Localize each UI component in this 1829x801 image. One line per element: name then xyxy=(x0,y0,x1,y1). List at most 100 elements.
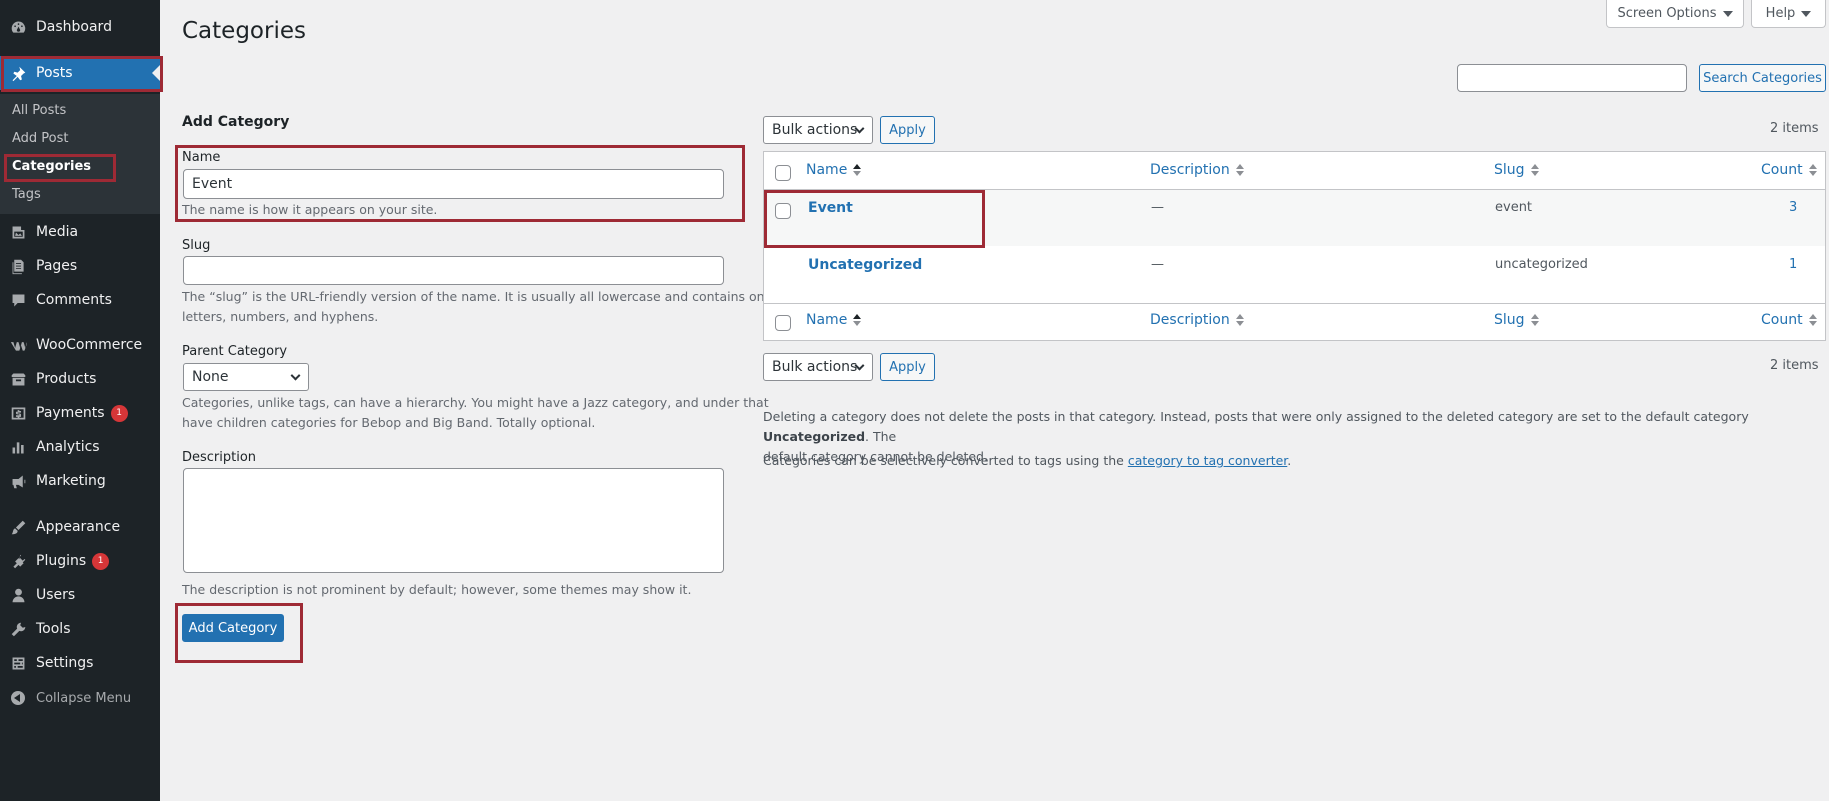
pages-icon xyxy=(0,258,36,275)
menu-item-dashboard[interactable]: Dashboard xyxy=(0,10,160,44)
plugins-icon xyxy=(0,553,36,570)
menu-item-plugins[interactable]: Plugins 1 xyxy=(0,544,160,578)
column-footer-name[interactable]: Name xyxy=(806,312,862,328)
slug-help: The “slug” is the URL-friendly version o… xyxy=(182,287,782,327)
submenu-tags[interactable]: Tags xyxy=(12,187,41,202)
slug-help-line: The “slug” is the URL-friendly version o… xyxy=(182,289,776,304)
collapse-icon xyxy=(0,691,36,705)
menu-item-comments[interactable]: Comments xyxy=(0,283,160,317)
category-count-link[interactable]: 1 xyxy=(1789,257,1797,272)
sort-icon xyxy=(1530,164,1539,176)
admin-sidebar: Dashboard Posts All Posts Add Post Categ… xyxy=(0,0,160,801)
add-category-heading: Add Category xyxy=(182,114,290,130)
category-count-link[interactable]: 3 xyxy=(1789,200,1797,215)
products-icon xyxy=(0,371,36,388)
category-name-link[interactable]: Uncategorized xyxy=(808,257,922,273)
apply-button-bottom[interactable]: Apply xyxy=(880,353,935,381)
collapse-menu-button[interactable]: Collapse Menu xyxy=(0,681,160,715)
parent-category-value: None xyxy=(192,369,229,385)
woocommerce-icon xyxy=(0,337,36,354)
column-label: Name xyxy=(806,312,848,328)
bulk-actions-value: Bulk actions xyxy=(772,122,858,138)
converter-note-text: . xyxy=(1287,453,1292,468)
description-label: Description xyxy=(182,450,257,465)
column-label: Count xyxy=(1761,162,1803,178)
menu-item-settings[interactable]: Settings xyxy=(0,646,160,680)
category-name-link[interactable]: Event xyxy=(808,200,853,216)
parent-help: Categories, unlike tags, can have a hier… xyxy=(182,393,782,433)
menu-label: Settings xyxy=(36,655,94,671)
categories-table: Name Description Slug Count Event — even… xyxy=(763,151,1826,341)
menu-label: Dashboard xyxy=(36,19,112,35)
menu-item-posts[interactable]: Posts xyxy=(0,56,160,90)
bulk-actions-select-bottom[interactable]: Bulk actions xyxy=(763,353,873,381)
menu-item-pages[interactable]: Pages xyxy=(0,249,160,283)
column-header-count[interactable]: Count xyxy=(1761,162,1817,178)
table-row: Uncategorized — uncategorized 1 xyxy=(764,247,1825,303)
menu-label: Payments xyxy=(36,405,105,421)
column-footer-count[interactable]: Count xyxy=(1761,312,1817,328)
name-input[interactable] xyxy=(183,169,724,199)
help-button[interactable]: Help xyxy=(1751,0,1826,28)
chevron-down-icon xyxy=(290,370,301,381)
menu-item-marketing[interactable]: Marketing xyxy=(0,464,160,498)
menu-label: Users xyxy=(36,587,76,603)
column-label: Count xyxy=(1761,312,1803,328)
parent-category-select[interactable]: None xyxy=(183,363,309,391)
select-all-checkbox-bottom[interactable] xyxy=(775,315,791,331)
wrench-icon xyxy=(0,621,36,638)
comments-icon xyxy=(0,292,36,309)
screen-options-label: Screen Options xyxy=(1617,6,1717,21)
menu-label: Analytics xyxy=(36,439,100,455)
menu-item-analytics[interactable]: Analytics xyxy=(0,430,160,464)
search-categories-button[interactable]: Search Categories xyxy=(1699,64,1826,92)
parent-category-label: Parent Category xyxy=(182,344,288,359)
payments-icon xyxy=(0,405,36,422)
appearance-icon xyxy=(0,519,36,536)
slug-input[interactable] xyxy=(183,256,724,285)
menu-label: Tools xyxy=(36,621,71,637)
menu-item-woocommerce[interactable]: WooCommerce xyxy=(0,328,160,362)
submenu-add-post[interactable]: Add Post xyxy=(12,131,69,146)
search-input[interactable] xyxy=(1457,64,1687,92)
slug-help-line: letters, numbers, and hyphens. xyxy=(182,309,379,324)
sort-icon xyxy=(853,314,862,326)
notification-badge: 1 xyxy=(110,404,128,422)
description-textarea[interactable] xyxy=(183,468,724,573)
bulk-actions-value: Bulk actions xyxy=(772,359,858,375)
menu-item-payments[interactable]: Payments 1 xyxy=(0,396,160,430)
submenu-all-posts[interactable]: All Posts xyxy=(12,103,66,118)
add-category-button[interactable]: Add Category xyxy=(182,614,284,642)
pin-icon xyxy=(0,65,36,82)
column-footer-description[interactable]: Description xyxy=(1150,312,1244,328)
category-to-tag-converter-link[interactable]: category to tag converter xyxy=(1128,453,1287,468)
menu-item-users[interactable]: Users xyxy=(0,578,160,612)
sort-icon xyxy=(1235,164,1244,176)
parent-help-line: have children categories for Bebop and B… xyxy=(182,415,596,430)
caret-down-icon xyxy=(1801,10,1812,17)
sort-icon xyxy=(1530,314,1539,326)
column-header-description[interactable]: Description xyxy=(1150,162,1244,178)
menu-item-media[interactable]: Media xyxy=(0,215,160,249)
bulk-actions-select-top[interactable]: Bulk actions xyxy=(763,116,873,144)
main-content: Screen Options Help Categories Search Ca… xyxy=(160,0,1829,801)
column-footer-slug[interactable]: Slug xyxy=(1494,312,1539,328)
column-header-slug[interactable]: Slug xyxy=(1494,162,1539,178)
submenu-categories[interactable]: Categories xyxy=(12,159,91,174)
menu-label: Comments xyxy=(36,292,112,308)
category-description: — xyxy=(1151,200,1164,215)
table-footer-row: Name Description Slug Count xyxy=(764,303,1825,341)
row-checkbox[interactable] xyxy=(775,203,791,219)
menu-label: WooCommerce xyxy=(36,337,143,353)
apply-button-top[interactable]: Apply xyxy=(880,116,935,144)
description-help: The description is not prominent by defa… xyxy=(182,582,692,597)
menu-item-appearance[interactable]: Appearance xyxy=(0,510,160,544)
menu-item-products[interactable]: Products xyxy=(0,362,160,396)
parent-help-line: Categories, unlike tags, can have a hier… xyxy=(182,395,769,410)
select-all-checkbox[interactable] xyxy=(775,165,791,181)
screen-options-button[interactable]: Screen Options xyxy=(1606,0,1744,28)
menu-item-tools[interactable]: Tools xyxy=(0,612,160,646)
delete-note-text: . The xyxy=(865,429,897,444)
collapse-label: Collapse Menu xyxy=(36,690,132,706)
column-header-name[interactable]: Name xyxy=(806,162,862,178)
